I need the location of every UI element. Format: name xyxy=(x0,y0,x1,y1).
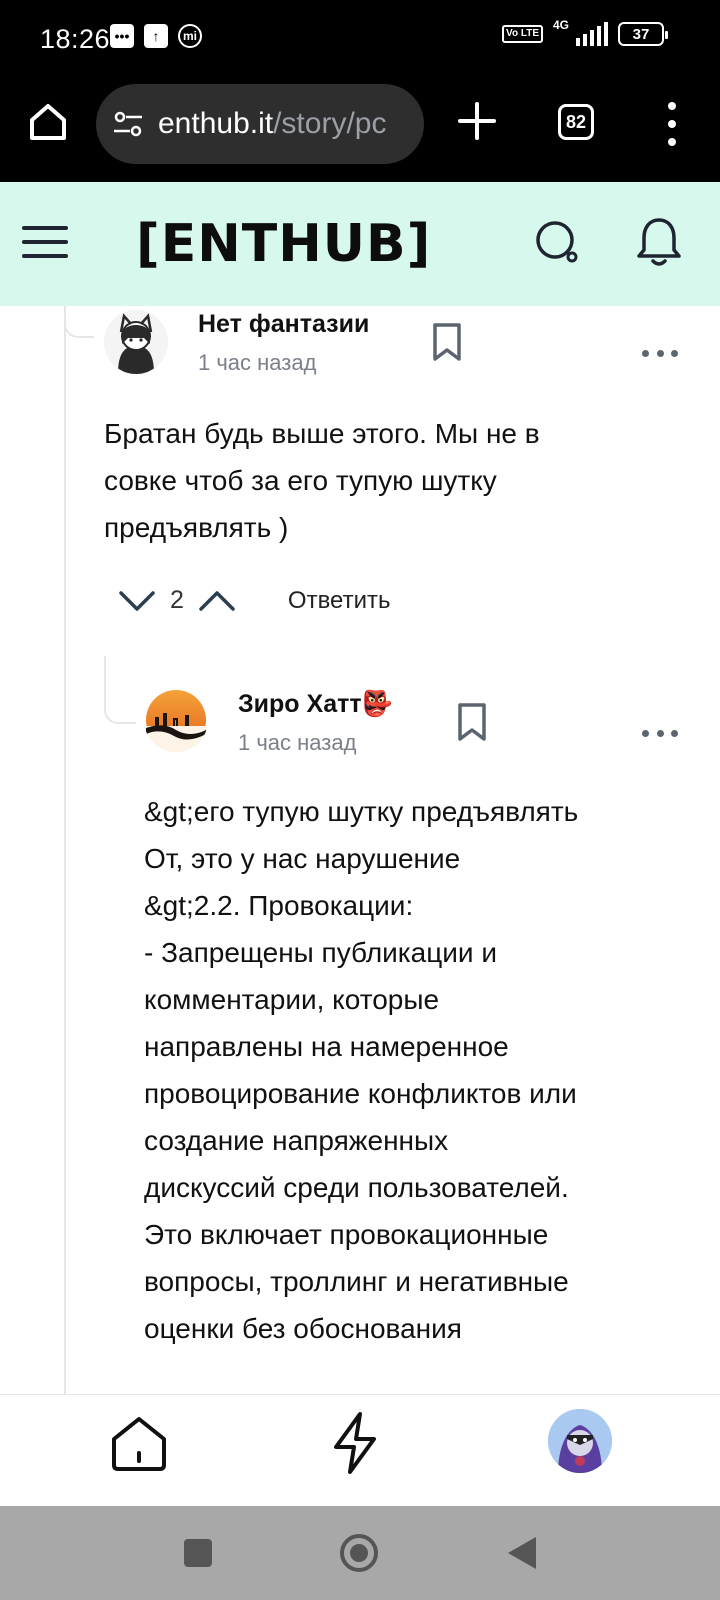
comment-line: провоцирование конфликтов или xyxy=(144,1078,577,1109)
notifications-bell-icon[interactable] xyxy=(636,216,682,268)
status-time: 18:26 xyxy=(40,24,111,54)
reply-connector xyxy=(104,656,136,724)
comment-author[interactable]: Нет фантазии xyxy=(198,310,369,339)
reply-button[interactable]: Ответить xyxy=(288,587,391,615)
comments-feed[interactable]: Нет фантазии 1 час назад Братан будь выш… xyxy=(0,306,720,1394)
comment-line: &gt;его тупую шутку предъявлять xyxy=(144,796,579,827)
home-tab-icon[interactable] xyxy=(108,1413,170,1475)
bottom-tab-bar xyxy=(0,1394,720,1506)
comment-line: совке чтоб за его тупую шутку xyxy=(104,465,497,496)
status-notification-icons: ••• ↑ mi xyxy=(110,24,202,48)
comment-author[interactable]: Зиро Хатт👺 xyxy=(238,690,393,719)
thread-connector xyxy=(64,306,94,338)
message-icon: ••• xyxy=(110,24,134,48)
android-home-icon[interactable] xyxy=(340,1534,378,1572)
downvote-icon[interactable] xyxy=(118,589,156,613)
vote-row: 2 Ответить xyxy=(118,586,391,615)
status-bar: 18:26 ••• ↑ mi Vo LTE 4G 37 xyxy=(0,0,720,78)
avatar[interactable] xyxy=(104,310,168,374)
comment-line: создание напряженных xyxy=(144,1125,449,1156)
comment-line: комментарии, которые xyxy=(144,984,440,1015)
url-path: /story/pc xyxy=(273,107,387,140)
comment-time: 1 час назад xyxy=(198,350,317,375)
android-navigation-bar xyxy=(0,1506,720,1600)
comment-body: &gt;его тупую шутку предъявлять От, это … xyxy=(144,788,578,1352)
site-header: [ENTHUB] xyxy=(0,182,720,306)
search-icon[interactable] xyxy=(534,218,582,266)
avatar[interactable] xyxy=(144,688,208,752)
more-options-icon[interactable] xyxy=(642,348,678,358)
comment-line: &gt;2.2. Провокации: xyxy=(144,890,414,921)
url-host: enthub.it xyxy=(158,107,274,140)
comment-line: предъявлять ) xyxy=(104,512,289,543)
lightning-tab-icon[interactable] xyxy=(330,1411,380,1475)
more-options-icon[interactable] xyxy=(642,728,678,738)
back-icon[interactable] xyxy=(508,1537,536,1569)
upload-icon: ↑ xyxy=(144,24,168,48)
thread-line xyxy=(64,306,66,1394)
vote-count: 2 xyxy=(170,586,184,614)
url-text: enthub.it/story/pc xyxy=(158,107,386,141)
comment-line: направлены на намеренное xyxy=(144,1031,509,1062)
status-system-icons: Vo LTE 4G 37 xyxy=(502,18,668,46)
home-icon[interactable] xyxy=(26,100,70,144)
site-logo[interactable]: [ENTHUB] xyxy=(136,214,431,274)
bookmark-icon[interactable] xyxy=(455,702,489,742)
comment-line: - Запрещены публикации и xyxy=(144,937,497,968)
comment-line: Это включает провокационные xyxy=(144,1219,549,1250)
comment-line: От, это у нас нарушение xyxy=(144,843,461,874)
comment-line: оценки без обоснования xyxy=(144,1313,462,1344)
comment-body: Братан будь выше этого. Мы не в совке чт… xyxy=(104,410,540,551)
tab-switcher-button[interactable]: 82 xyxy=(558,104,594,140)
volte-icon: Vo LTE xyxy=(502,25,543,43)
profile-tab-avatar[interactable] xyxy=(548,1409,612,1473)
address-bar[interactable]: enthub.it/story/pc xyxy=(96,84,424,164)
comment-line: вопросы, троллинг и негативные xyxy=(144,1266,569,1297)
comment-line: Братан будь выше этого. Мы не в xyxy=(104,418,540,449)
new-tab-icon[interactable] xyxy=(456,100,498,142)
comment-time: 1 час назад xyxy=(238,730,357,755)
upvote-icon[interactable] xyxy=(198,589,236,613)
recent-apps-icon[interactable] xyxy=(184,1539,212,1567)
browser-toolbar: enthub.it/story/pc 82 xyxy=(0,78,720,182)
browser-menu-icon[interactable] xyxy=(662,102,682,146)
network-type: 4G xyxy=(553,18,570,32)
battery-level: 37 xyxy=(632,25,650,43)
signal-icon: 4G xyxy=(553,18,608,46)
mi-icon: mi xyxy=(178,24,202,48)
comment-line: дискуссий среди пользователей. xyxy=(144,1172,569,1203)
hamburger-menu-icon[interactable] xyxy=(22,226,68,258)
bookmark-icon[interactable] xyxy=(430,322,464,362)
battery-icon: 37 xyxy=(618,22,668,46)
site-settings-icon[interactable] xyxy=(112,108,144,140)
tab-count: 82 xyxy=(565,111,587,132)
